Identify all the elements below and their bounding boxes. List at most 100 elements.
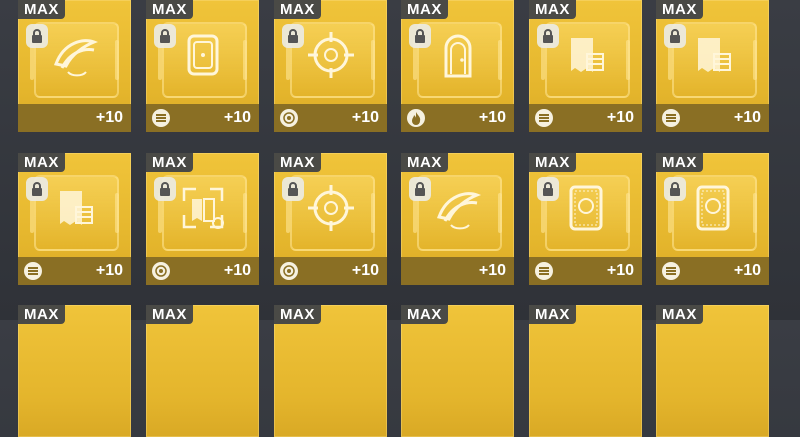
flame-icon bbox=[407, 109, 425, 127]
document-stack-icon bbox=[48, 181, 102, 235]
max-badge: MAX bbox=[274, 0, 321, 19]
bars-icon bbox=[535, 262, 553, 280]
lock-icon[interactable] bbox=[537, 24, 559, 48]
bars-icon bbox=[662, 109, 680, 127]
max-badge: MAX bbox=[274, 153, 321, 172]
bars-icon bbox=[24, 262, 42, 280]
lock-icon[interactable] bbox=[409, 177, 431, 201]
lock-icon[interactable] bbox=[154, 24, 176, 48]
card-footer: +10 bbox=[18, 257, 131, 285]
level-label: +10 bbox=[606, 109, 634, 126]
lock-icon[interactable] bbox=[282, 177, 304, 201]
lock-icon[interactable] bbox=[664, 177, 686, 201]
reticle-book-icon bbox=[176, 181, 230, 235]
level-label: +10 bbox=[478, 262, 506, 279]
target-icon bbox=[280, 262, 298, 280]
card-footer: +10 bbox=[274, 104, 387, 132]
card-footer: +10 bbox=[656, 104, 769, 132]
crosshair-icon bbox=[304, 181, 358, 235]
level-label: +10 bbox=[733, 109, 761, 126]
frame-bracket bbox=[115, 193, 119, 233]
lock-icon[interactable] bbox=[664, 24, 686, 48]
frame-bracket bbox=[371, 40, 375, 80]
upgrade-card-10[interactable]: MAX +10 bbox=[401, 153, 514, 285]
level-label: +10 bbox=[95, 109, 123, 126]
target-icon bbox=[280, 109, 298, 127]
upgrade-card-2[interactable]: MAX +10 bbox=[146, 0, 259, 132]
target-icon bbox=[152, 262, 170, 280]
lock-icon[interactable] bbox=[282, 24, 304, 48]
max-badge: MAX bbox=[529, 0, 576, 19]
frame-bracket bbox=[115, 40, 119, 80]
upgrade-card-12[interactable]: MAX +10 bbox=[656, 153, 769, 285]
frame-bracket bbox=[243, 40, 247, 80]
card-footer: +10 bbox=[529, 104, 642, 132]
upgrade-card-14[interactable]: MAX bbox=[146, 305, 259, 437]
frame-bracket bbox=[498, 40, 502, 80]
lock-icon[interactable] bbox=[26, 177, 48, 201]
card-footer: +10 bbox=[401, 104, 514, 132]
lock-icon[interactable] bbox=[26, 24, 48, 48]
max-badge: MAX bbox=[529, 153, 576, 172]
crosshair-icon bbox=[304, 28, 358, 82]
max-badge: MAX bbox=[401, 153, 448, 172]
card-footer: +10 bbox=[656, 257, 769, 285]
level-label: +10 bbox=[606, 262, 634, 279]
upgrade-card-11[interactable]: MAX +10 bbox=[529, 153, 642, 285]
card-footer: +10 bbox=[529, 257, 642, 285]
level-label: +10 bbox=[351, 109, 379, 126]
max-badge: MAX bbox=[18, 153, 65, 172]
max-badge: MAX bbox=[656, 153, 703, 172]
card-footer: +10 bbox=[18, 104, 131, 132]
upgrade-card-13[interactable]: MAX bbox=[18, 305, 131, 437]
frame-bracket bbox=[626, 40, 630, 80]
card-footer: +10 bbox=[401, 257, 514, 285]
max-badge: MAX bbox=[656, 0, 703, 19]
document-stack-icon bbox=[686, 28, 740, 82]
ornate-panel-icon bbox=[686, 181, 740, 235]
max-badge: MAX bbox=[18, 305, 65, 324]
upgrade-card-8[interactable]: MAX +10 bbox=[146, 153, 259, 285]
max-badge: MAX bbox=[146, 0, 193, 19]
upgrade-card-18[interactable]: MAX bbox=[656, 305, 769, 437]
card-footer: +10 bbox=[274, 257, 387, 285]
frame-bracket bbox=[371, 193, 375, 233]
frame-bracket bbox=[243, 193, 247, 233]
card-footer: +10 bbox=[146, 104, 259, 132]
card-footer: +10 bbox=[146, 257, 259, 285]
upgrade-card-15[interactable]: MAX bbox=[274, 305, 387, 437]
upgrade-card-7[interactable]: MAX +10 bbox=[18, 153, 131, 285]
door-frame-icon bbox=[176, 28, 230, 82]
document-stack-icon bbox=[559, 28, 613, 82]
level-label: +10 bbox=[733, 262, 761, 279]
arched-door-icon bbox=[431, 28, 485, 82]
level-label: +10 bbox=[223, 262, 251, 279]
max-badge: MAX bbox=[401, 305, 448, 324]
lock-icon[interactable] bbox=[154, 177, 176, 201]
upgrade-card-4[interactable]: MAX +10 bbox=[401, 0, 514, 132]
upgrade-card-grid: MAX +10 MAX +10 MAX +10 MAX +10 MAX +10 … bbox=[0, 0, 800, 437]
max-badge: MAX bbox=[656, 305, 703, 324]
upgrade-card-17[interactable]: MAX bbox=[529, 305, 642, 437]
max-badge: MAX bbox=[274, 305, 321, 324]
max-badge: MAX bbox=[146, 153, 193, 172]
upgrade-card-1[interactable]: MAX +10 bbox=[18, 0, 131, 132]
frame-bracket bbox=[498, 193, 502, 233]
frame-bracket bbox=[753, 193, 757, 233]
bars-icon bbox=[662, 262, 680, 280]
level-label: +10 bbox=[478, 109, 506, 126]
max-badge: MAX bbox=[146, 305, 193, 324]
upgrade-card-16[interactable]: MAX bbox=[401, 305, 514, 437]
max-badge: MAX bbox=[401, 0, 448, 19]
lock-icon[interactable] bbox=[409, 24, 431, 48]
max-badge: MAX bbox=[18, 0, 65, 19]
upgrade-card-9[interactable]: MAX +10 bbox=[274, 153, 387, 285]
feather-swoop-icon bbox=[48, 28, 102, 82]
lock-icon[interactable] bbox=[537, 177, 559, 201]
ornate-panel-icon bbox=[559, 181, 613, 235]
upgrade-card-5[interactable]: MAX +10 bbox=[529, 0, 642, 132]
frame-bracket bbox=[626, 193, 630, 233]
upgrade-card-6[interactable]: MAX +10 bbox=[656, 0, 769, 132]
bars-icon bbox=[535, 109, 553, 127]
upgrade-card-3[interactable]: MAX +10 bbox=[274, 0, 387, 132]
